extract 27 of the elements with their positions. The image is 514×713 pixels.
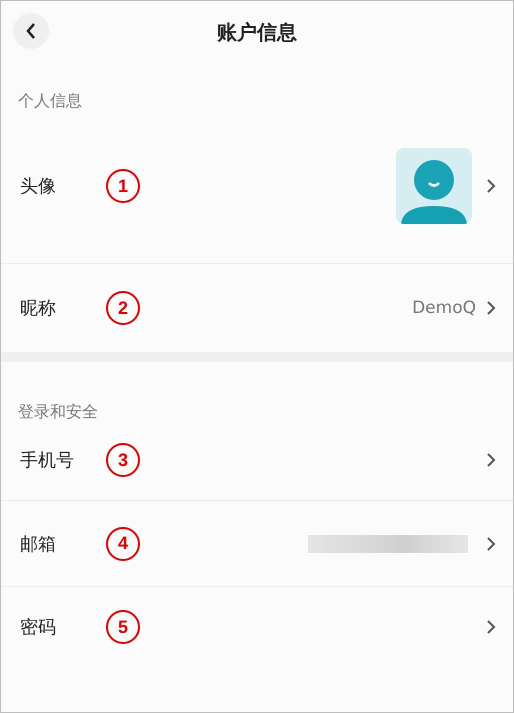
number-marker: 3 — [106, 443, 140, 477]
number-marker: 4 — [106, 526, 140, 560]
back-button[interactable] — [13, 13, 49, 49]
settings-row[interactable]: 昵称 2 DemoQ — [1, 264, 513, 352]
number-marker: 2 — [106, 291, 140, 325]
section-title: 个人信息 — [17, 90, 83, 109]
chevron-right-icon — [486, 178, 496, 194]
chevron-right-icon — [486, 300, 496, 316]
avatar-icon[interactable] — [396, 148, 472, 224]
row-label: 头像 — [20, 175, 57, 198]
row-label: 昵称 — [20, 297, 57, 320]
section-title: 登录和安全 — [17, 401, 99, 420]
row-label: 密码 — [20, 616, 57, 639]
settings-row[interactable]: 手机号 3 — [1, 420, 513, 501]
chevron-right-icon — [486, 452, 496, 468]
settings-row[interactable]: 头像 1 — [1, 109, 513, 264]
number-marker: 5 — [106, 610, 140, 644]
back-icon — [25, 22, 37, 40]
number-marker: 1 — [106, 169, 140, 203]
chevron-right-icon — [486, 536, 496, 552]
settings-row[interactable]: 密码 5 — [1, 587, 513, 667]
row-label: 邮箱 — [20, 532, 57, 556]
row-label: 手机号 — [20, 449, 75, 472]
settings-row[interactable]: 邮箱 4 — [1, 501, 513, 587]
page-title: 账户信息 — [217, 18, 297, 46]
chevron-right-icon — [486, 619, 496, 635]
nickname-value: DemoQ — [412, 298, 476, 318]
